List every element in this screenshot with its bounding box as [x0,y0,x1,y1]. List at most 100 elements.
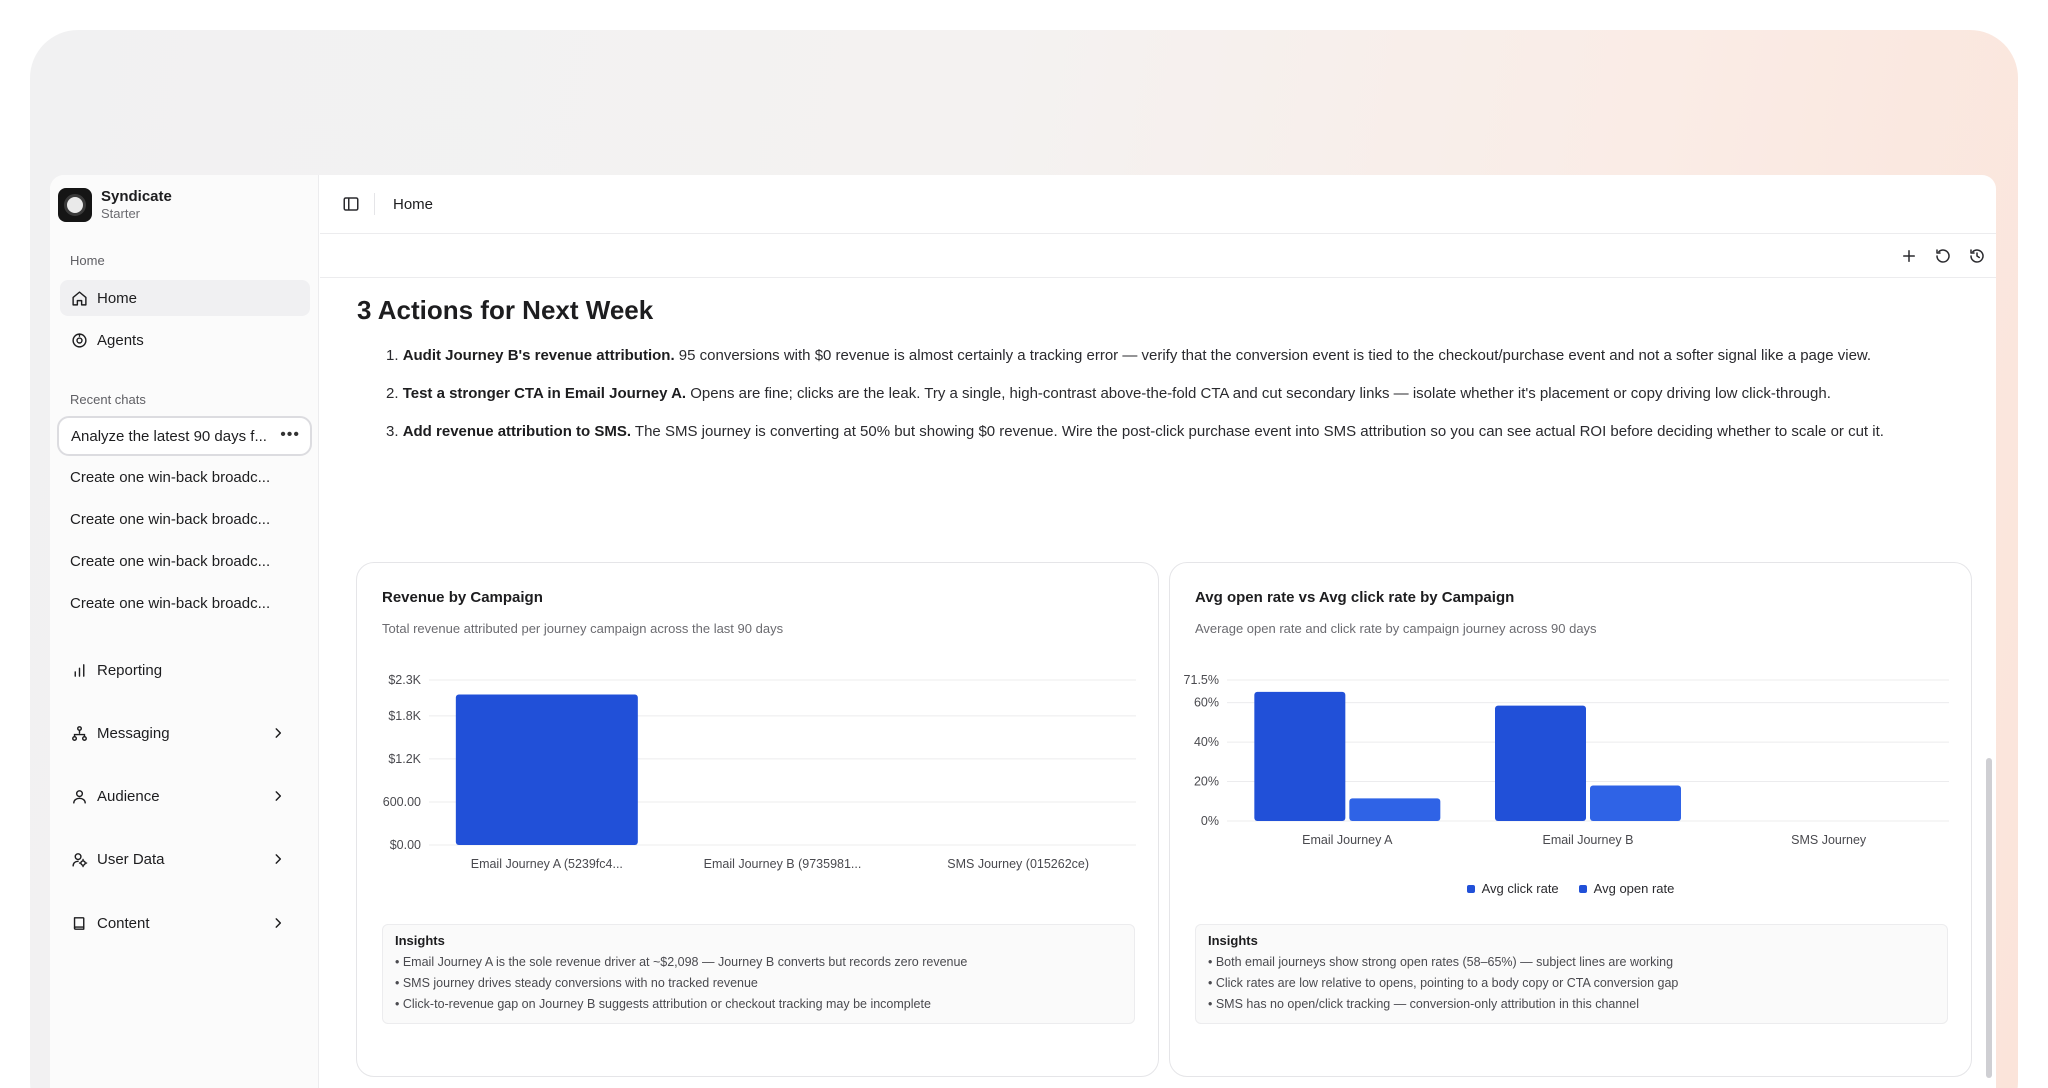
insight-line: • Click rates are low relative to opens,… [1208,976,1679,990]
action-text: 95 conversions with $0 revenue is almost… [674,347,1872,364]
x-tick-label: SMS Journey [1791,833,1867,847]
legend-label: Avg click rate [1481,881,1559,896]
recent-chat-item[interactable]: Create one win-back broadc... [70,511,290,528]
chevron-right-icon [275,854,282,864]
sidebar-item-content[interactable]: Content [60,905,310,941]
recent-chat-item-active[interactable]: Analyze the latest 90 days f... ••• [57,416,312,456]
sidebar-item-label: Reporting [97,661,163,679]
y-tick-label: 0% [1201,814,1219,828]
x-tick-label: SMS Journey (015262ce) [947,857,1089,871]
sidebar-item-label: Audience [97,787,160,805]
syndicate-logo [58,188,92,222]
insights-title: Insights [1208,933,1258,948]
sidebar-item-label: User Data [97,850,165,868]
action-title: Add revenue attribution to SMS. [402,423,632,440]
chevron-right-icon [275,791,282,801]
topbar-divider [374,193,375,215]
y-tick-label: $2.3K [388,673,421,687]
chart-subtitle: Total revenue attributed per journey cam… [382,621,784,636]
sidebar-item-user-data[interactable]: User Data [60,841,310,877]
workspace-name: Syndicate [101,188,172,205]
top-bar: Home [320,175,1996,234]
action-list: 1. Audit Journey B's revenue attribution… [386,343,1946,457]
action-text: The SMS journey is converting at 50% but… [631,423,1884,440]
chevron-right-icon [275,918,282,928]
action-title: Audit Journey B's revenue attribution. [402,347,675,364]
plus-icon[interactable] [1900,247,1918,265]
chart-subtitle: Average open rate and click rate by camp… [1195,621,1597,636]
insight-line: • SMS journey drives steady conversions … [395,976,758,990]
insights-box: Insights • Email Journey A is the sole r… [382,924,1135,1024]
y-tick-label: 20% [1194,775,1219,789]
sidebar-item-home[interactable]: Home [60,280,310,316]
insight-line: • SMS has no open/click tracking — conve… [1208,997,1639,1011]
recent-chat-item[interactable]: Create one win-back broadc... [70,553,290,570]
action-item: 3. Add revenue attribution to SMS. The S… [386,419,1946,444]
action-number: 1. [386,347,399,364]
insight-line: • Email Journey A is the sole revenue dr… [395,955,968,969]
legend-label: Avg open rate [1593,881,1675,896]
sidebar-item-label: Agents [97,331,144,349]
section-label-recent-chats: Recent chats [70,392,146,407]
user-data-icon [72,852,88,867]
action-item: 2. Test a stronger CTA in Email Journey … [386,381,1946,406]
action-text: Opens are fine; clicks are the leak. Try… [686,385,1831,402]
legend-item[interactable]: Avg open rate [1578,881,1675,896]
insight-line: • Click-to-revenue gap on Journey B sugg… [395,997,931,1011]
action-title: Test a stronger CTA in Email Journey A. [402,385,687,402]
y-tick-label: 40% [1194,735,1219,749]
sidebar-item-agents[interactable]: Agents [60,322,310,358]
chart-card-revenue: Revenue by Campaign Total revenue attrib… [356,562,1159,1077]
app-window: Syndicate Starter Home Home Agents Recen… [50,175,1996,1088]
insights-title: Insights [395,933,445,948]
history-icon[interactable] [1968,247,1986,265]
sidebar: Syndicate Starter Home Home Agents Recen… [50,175,319,1088]
legend-swatch [1466,885,1475,893]
legend-item[interactable]: Avg click rate [1466,881,1559,896]
chevron-right-icon [275,728,282,738]
recent-chat-title: Analyze the latest 90 days f... [71,427,267,445]
workspace-plan: Starter [101,206,141,221]
chart-card-rates: Avg open rate vs Avg click rate by Campa… [1169,562,1972,1077]
bar [1495,705,1586,821]
x-tick-label: Email Journey A [1302,833,1393,847]
chart-title: Revenue by Campaign [382,589,543,606]
refresh-icon[interactable] [1934,247,1952,265]
sidebar-item-label: Content [97,914,150,932]
x-tick-label: Email Journey A (5239fc4... [471,857,623,871]
chart-legend: Avg click rate Avg open rate [1170,881,1971,896]
sidebar-toggle-icon[interactable] [342,195,360,213]
recent-chat-item[interactable]: Create one win-back broadc... [70,595,290,612]
chat-toolbar [1900,247,1986,265]
scrollbar[interactable] [1986,758,1992,1078]
bar [1349,798,1441,821]
y-tick-label: 600.00 [383,795,421,809]
workspace-switcher[interactable]: Syndicate Starter [58,188,172,222]
y-tick-label: $0.00 [390,838,421,852]
home-icon [72,290,87,306]
breadcrumb[interactable]: Home [393,196,433,213]
sidebar-item-label: Messaging [97,724,170,742]
chart-title: Avg open rate vs Avg click rate by Campa… [1195,589,1515,606]
bar [455,694,638,845]
section-heading: 3 Actions for Next Week [357,295,654,325]
y-tick-label: $1.2K [388,752,421,766]
legend-swatch [1578,885,1587,893]
recent-chat-item[interactable]: Create one win-back broadc... [70,469,290,486]
sidebar-item-audience[interactable]: Audience [60,778,310,814]
agents-icon [72,332,87,348]
book-icon [73,916,85,930]
section-label-home: Home [70,253,105,268]
action-number: 3. [386,423,399,440]
more-options-icon[interactable]: ••• [280,426,300,444]
sidebar-item-messaging[interactable]: Messaging [60,715,310,751]
insights-box: Insights • Both email journeys show stro… [1195,924,1948,1024]
workflow-icon [72,725,87,741]
bar [1254,691,1346,821]
y-tick-label: 71.5% [1184,673,1219,687]
action-number: 2. [386,385,399,402]
chat-content: 3 Actions for Next Week 1. Audit Journey… [320,278,1996,1088]
revenue-bar-chart: $0.00 600.00 $1.2K $1.8K $2.3K Email Journey … [383,673,1136,871]
sidebar-item-reporting[interactable]: Reporting [60,652,310,688]
bar [1590,785,1681,821]
